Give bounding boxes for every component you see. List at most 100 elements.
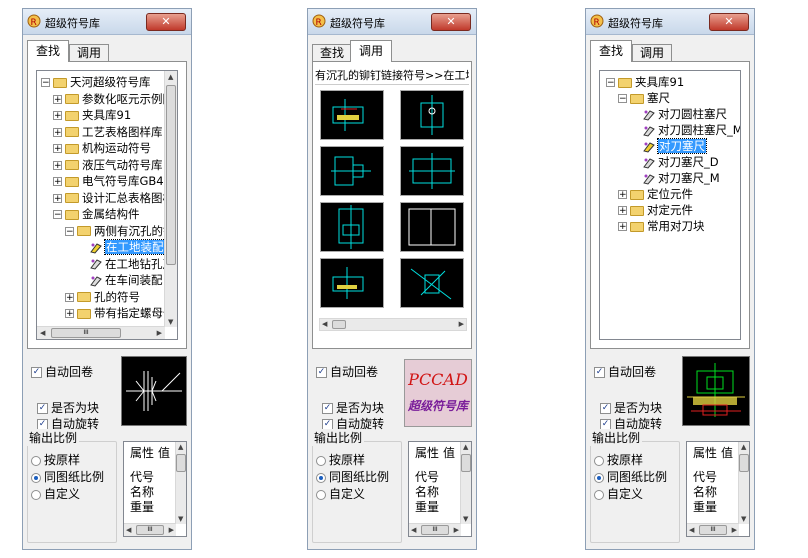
thumbnail-horizontal-scrollbar[interactable]: ◀ ▶ — [319, 318, 467, 331]
is-block-checkbox[interactable]: ✓ 是否为块 — [37, 400, 99, 416]
tree-symbol-item[interactable]: 对刀塞尺_M — [630, 170, 720, 186]
collapse-icon[interactable]: − — [65, 226, 74, 236]
prop-vertical-scrollbar[interactable]: ▲ ▼ — [175, 442, 186, 524]
scroll-left-icon[interactable]: ◀ — [689, 526, 694, 534]
auto-scroll-checkbox[interactable]: ✓ 自动回卷 — [594, 364, 656, 380]
prop-header-value[interactable]: 值 — [158, 445, 170, 461]
tree-folder-item[interactable]: − 夹具库91 — [606, 74, 684, 90]
prop-row[interactable]: 重量 — [693, 500, 717, 514]
tree-symbol-item[interactable]: 在工地钻孔及 — [77, 256, 174, 272]
tree-symbol-item[interactable]: 对刀塞尺 — [630, 138, 707, 154]
hscroll-thumb[interactable]: III — [421, 525, 449, 535]
radio-drawing-scale[interactable]: 同图纸比例 — [316, 469, 389, 485]
tree-vertical-scrollbar[interactable]: ▲ ▼ — [164, 71, 177, 327]
title-bar[interactable]: R 超级符号库 ✕ — [23, 9, 191, 35]
radio-drawing-scale[interactable]: 同图纸比例 — [31, 469, 104, 485]
prop-header-attr[interactable]: 属性 — [693, 445, 717, 461]
expand-icon[interactable]: + — [618, 222, 627, 232]
prop-horizontal-scrollbar[interactable]: ◀ III ▶ — [687, 523, 739, 536]
symbol-thumbnail[interactable] — [320, 202, 384, 252]
symbol-thumbnail[interactable] — [400, 90, 464, 140]
tab-call[interactable]: 调用 — [69, 44, 109, 61]
tab-search[interactable]: 查找 — [312, 44, 352, 61]
property-list[interactable]: 属性 值 代号 名称 重量 ▲ ▼ ◀ III ▶ — [123, 441, 187, 537]
scroll-left-icon[interactable]: ◀ — [126, 526, 131, 534]
scroll-up-icon[interactable]: ▲ — [178, 443, 183, 451]
close-button[interactable]: ✕ — [709, 13, 749, 31]
prop-horizontal-scrollbar[interactable]: ◀ III ▶ — [409, 523, 461, 536]
expand-icon[interactable]: + — [53, 94, 62, 104]
prop-header-attr[interactable]: 属性 — [415, 445, 439, 461]
symbol-thumbnail[interactable] — [400, 258, 464, 308]
tree-folder-item[interactable]: + 对定元件 — [618, 202, 693, 218]
tree-folder-item[interactable]: − 两侧有沉孔的铆钉 — [65, 223, 177, 239]
expand-icon[interactable]: + — [53, 177, 62, 187]
prop-header-attr[interactable]: 属性 — [130, 445, 154, 461]
title-bar[interactable]: R 超级符号库 ✕ — [586, 9, 754, 35]
expand-icon[interactable]: + — [618, 190, 627, 200]
symbol-thumbnail[interactable] — [320, 146, 384, 196]
scroll-right-icon[interactable]: ▶ — [732, 526, 737, 534]
tree-symbol-item[interactable]: 对刀圆柱塞尺_M — [630, 122, 740, 138]
prop-vertical-scrollbar[interactable]: ▲ ▼ — [738, 442, 749, 524]
radio-original[interactable]: 按原样 — [594, 452, 643, 468]
expand-icon[interactable]: + — [53, 144, 62, 154]
collapse-icon[interactable]: − — [606, 78, 615, 88]
expand-icon[interactable]: + — [53, 193, 62, 203]
scroll-thumb[interactable] — [176, 454, 186, 472]
scroll-up-icon[interactable]: ▲ — [741, 443, 746, 451]
tree-symbol-item[interactable]: 在工地装配 — [77, 239, 166, 255]
radio-original[interactable]: 按原样 — [31, 452, 80, 468]
expand-icon[interactable]: + — [53, 127, 62, 137]
tree-folder-item[interactable]: + 电气符号库GB472 — [53, 173, 177, 189]
tab-call[interactable]: 调用 — [632, 44, 672, 61]
tree-folder-item[interactable]: − 天河超级符号库 — [41, 74, 151, 90]
tree-folder-item[interactable]: + 设计汇总表格图样库 — [53, 190, 177, 206]
scroll-thumb[interactable] — [461, 454, 471, 472]
tab-search[interactable]: 查找 — [27, 40, 69, 62]
auto-scroll-checkbox[interactable]: ✓ 自动回卷 — [316, 364, 378, 380]
tab-search[interactable]: 查找 — [590, 40, 632, 62]
symbol-thumbnail-grid[interactable] — [316, 88, 468, 312]
scroll-thumb[interactable] — [166, 85, 176, 265]
tree-folder-item[interactable]: + 参数化呕元示例图库 — [53, 91, 177, 107]
prop-horizontal-scrollbar[interactable]: ◀ III ▶ — [124, 523, 176, 536]
tab-call[interactable]: 调用 — [350, 40, 392, 62]
expand-icon[interactable]: + — [618, 206, 627, 216]
scroll-left-icon[interactable]: ◀ — [40, 329, 45, 337]
expand-icon[interactable]: + — [53, 111, 62, 121]
scroll-thumb[interactable] — [332, 320, 346, 329]
prop-header-value[interactable]: 值 — [721, 445, 733, 461]
tree-symbol-item[interactable]: 在车间装配 — [77, 272, 163, 288]
prop-row[interactable]: 重量 — [415, 500, 439, 514]
scroll-left-icon[interactable]: ◀ — [322, 320, 327, 328]
scroll-right-icon[interactable]: ▶ — [459, 320, 464, 328]
close-button[interactable]: ✕ — [146, 13, 186, 31]
symbol-tree[interactable]: − 天河超级符号库 + 参数化呕元示例图库 + 夹具库91 + 工艺表格图样库 + 机构运动符号 +… — [36, 70, 178, 340]
hscroll-thumb[interactable]: III — [136, 525, 164, 535]
symbol-thumbnail[interactable] — [400, 146, 464, 196]
expand-icon[interactable]: + — [65, 292, 74, 302]
scroll-up-icon[interactable]: ▲ — [463, 443, 468, 451]
tree-folder-item[interactable]: + 定位元件 — [618, 186, 693, 202]
symbol-tree[interactable]: − 夹具库91− 塞尺 对刀圆柱塞尺 对刀圆柱塞尺_M 对刀塞尺 对刀塞尺_D 对刀塞尺_M +… — [599, 70, 741, 340]
radio-original[interactable]: 按原样 — [316, 452, 365, 468]
radio-custom[interactable]: 自定义 — [316, 486, 365, 502]
scroll-thumb[interactable] — [739, 454, 749, 472]
scroll-down-icon[interactable]: ▼ — [741, 515, 746, 523]
is-block-checkbox[interactable]: ✓ 是否为块 — [600, 400, 662, 416]
scroll-right-icon[interactable]: ▶ — [157, 329, 162, 337]
auto-scroll-checkbox[interactable]: ✓ 自动回卷 — [31, 364, 93, 380]
property-list[interactable]: 属性 值 代号 名称 重量 ▲ ▼ ◀ III ▶ — [686, 441, 750, 537]
tree-horizontal-scrollbar[interactable]: ◀ III ▶ — [37, 326, 165, 339]
tree-folder-item[interactable]: − 塞尺 — [618, 90, 670, 106]
tree-folder-item[interactable]: + 常用对刀块 — [618, 218, 705, 234]
scroll-down-icon[interactable]: ▼ — [168, 318, 173, 326]
scroll-right-icon[interactable]: ▶ — [454, 526, 459, 534]
tree-folder-item[interactable]: + 工艺表格图样库 — [53, 124, 163, 140]
tree-folder-item[interactable]: + 液压气动符号库 — [53, 157, 163, 173]
prop-vertical-scrollbar[interactable]: ▲ ▼ — [460, 442, 471, 524]
prop-row[interactable]: 名称 — [415, 485, 439, 499]
radio-custom[interactable]: 自定义 — [31, 486, 80, 502]
expand-icon[interactable]: + — [65, 309, 74, 319]
